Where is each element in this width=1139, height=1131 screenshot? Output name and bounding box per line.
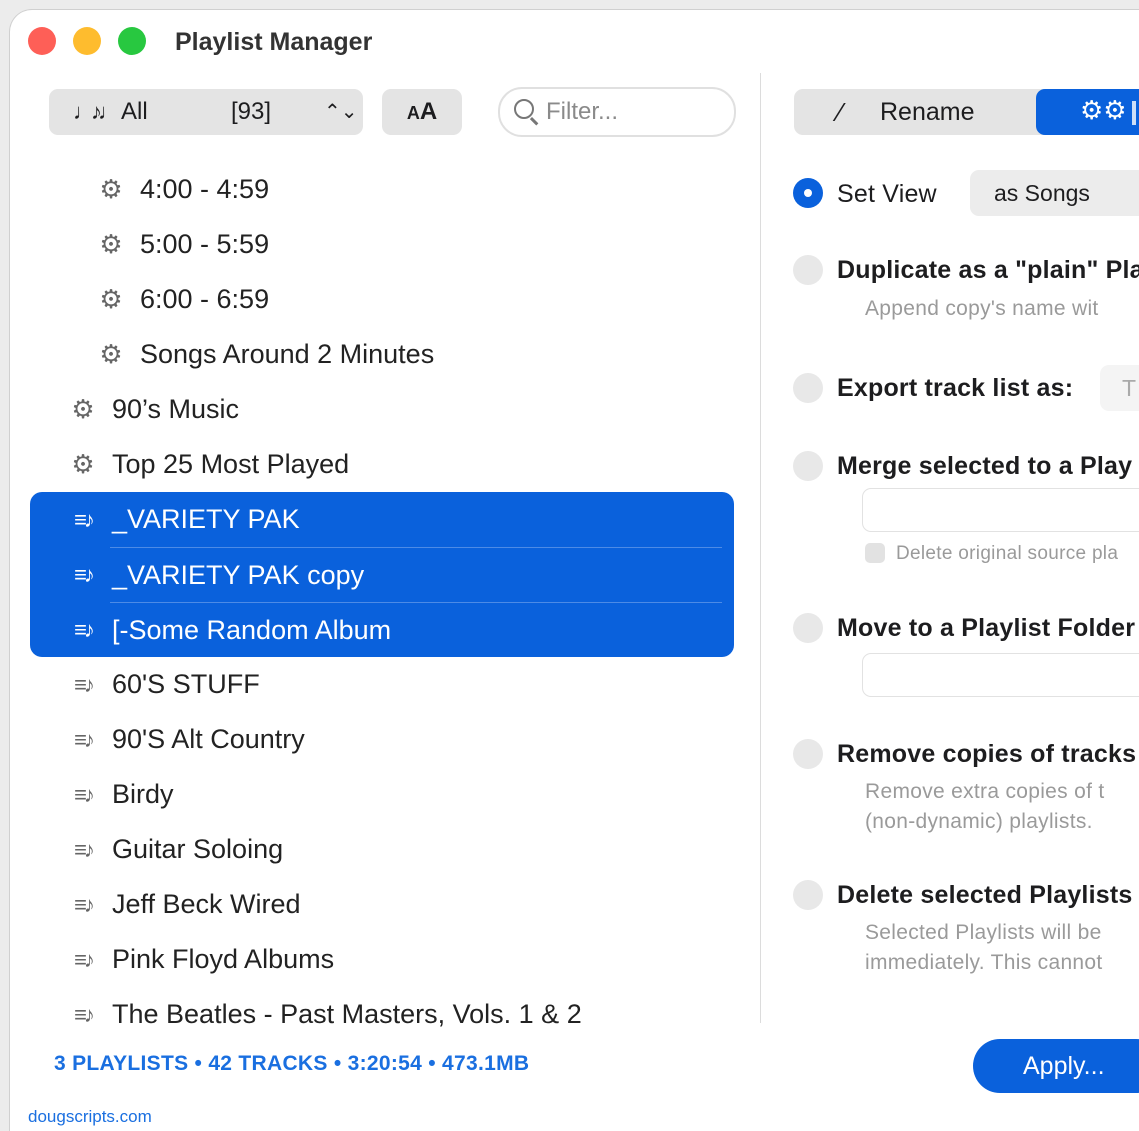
duplicate-radio[interactable] bbox=[793, 255, 823, 285]
music-notes-icon: ♩♪♩ bbox=[73, 99, 120, 124]
playlist-icon: ≡♪ bbox=[74, 837, 95, 862]
list-item[interactable]: ≡♪ Birdy bbox=[30, 767, 734, 822]
list-item[interactable]: ⚙ 6:00 - 6:59 bbox=[30, 272, 734, 327]
delete-radio[interactable] bbox=[793, 880, 823, 910]
duplicate-hint: Append copy's name wit bbox=[865, 297, 1099, 320]
minimize-window-button[interactable] bbox=[73, 27, 101, 55]
smart-playlist-gear-icon: ⚙ bbox=[99, 229, 123, 259]
list-item-selected[interactable]: ≡♪ _VARIETY PAK bbox=[30, 492, 734, 547]
merge-radio[interactable] bbox=[793, 451, 823, 481]
merge-label: Merge selected to a Play bbox=[837, 452, 1133, 480]
delete-source-checkbox[interactable] bbox=[865, 543, 885, 563]
smart-playlist-gear-icon: ⚙ bbox=[99, 284, 123, 314]
delete-source-label: Delete original source pla bbox=[896, 543, 1119, 564]
playlist-icon: ≡♪ bbox=[74, 672, 95, 697]
playlist-icon: ≡♪ bbox=[74, 892, 95, 917]
tab-rename[interactable]: ⁄ Rename bbox=[794, 89, 1044, 135]
list-item[interactable]: ⚙ Top 25 Most Played bbox=[30, 437, 734, 492]
move-label: Move to a Playlist Folder bbox=[837, 614, 1136, 642]
list-item[interactable]: ≡♪ Jeff Beck Wired bbox=[30, 877, 734, 932]
set-view-radio[interactable] bbox=[793, 178, 823, 208]
delete-hint-1: Selected Playlists will be bbox=[865, 921, 1102, 944]
site-link[interactable]: dougscripts.com bbox=[28, 1107, 152, 1127]
window-title: Playlist Manager bbox=[175, 28, 373, 56]
list-item[interactable]: ≡♪ 90'S Alt Country bbox=[30, 712, 734, 767]
pane-divider[interactable] bbox=[760, 73, 761, 1023]
zoom-window-button[interactable] bbox=[118, 27, 146, 55]
duplicate-label: Duplicate as a "plain" Pla bbox=[837, 256, 1139, 284]
playlist-list: ⚙ 4:00 - 4:59 ⚙ 5:00 - 5:59 ⚙ 6:00 - 6:5… bbox=[30, 162, 734, 1042]
export-radio[interactable] bbox=[793, 373, 823, 403]
remove-copies-hint-1: Remove extra copies of t bbox=[865, 780, 1105, 803]
playlist-icon: ≡♪ bbox=[74, 507, 95, 532]
selected-playlists: ≡♪ _VARIETY PAK ≡♪ _VARIETY PAK copy ≡♪ … bbox=[30, 492, 734, 657]
list-item[interactable]: ≡♪ Guitar Soloing bbox=[30, 822, 734, 877]
list-item[interactable]: ⚙ 90’s Music bbox=[30, 382, 734, 437]
list-item[interactable]: ≡♪ 60'S STUFF bbox=[30, 657, 734, 712]
smart-playlist-gear-icon: ⚙ bbox=[71, 394, 95, 424]
smart-playlist-gear-icon: ⚙ bbox=[71, 449, 95, 479]
tab-actions[interactable]: ⚙⚙ bbox=[1036, 89, 1139, 135]
playlist-icon: ≡♪ bbox=[74, 617, 95, 642]
playlist-icon: ≡♪ bbox=[74, 562, 95, 587]
selection-stats: 3 PLAYLISTS • 42 TRACKS • 3:20:54 • 473.… bbox=[54, 1052, 530, 1075]
remove-copies-label: Remove copies of tracks bbox=[837, 740, 1137, 768]
export-format-popup[interactable]: T bbox=[1100, 365, 1139, 411]
playlist-icon: ≡♪ bbox=[74, 782, 95, 807]
font-size-button[interactable]: AA bbox=[382, 89, 462, 135]
remove-copies-radio[interactable] bbox=[793, 739, 823, 769]
list-item[interactable]: ⚙ 5:00 - 5:59 bbox=[30, 217, 734, 272]
delete-label: Delete selected Playlists bbox=[837, 881, 1133, 909]
set-view-popup[interactable]: as Songs bbox=[970, 170, 1139, 216]
playlist-type-label: All bbox=[121, 98, 148, 125]
filter-search-field[interactable] bbox=[498, 87, 736, 137]
export-label: Export track list as: bbox=[837, 374, 1074, 402]
remove-copies-hint-2: (non-dynamic) playlists. bbox=[865, 810, 1093, 833]
filter-input[interactable] bbox=[544, 95, 728, 129]
playlist-type-popup[interactable]: ♩♪♩ All [93] ⌃⌄ bbox=[49, 89, 363, 135]
playlist-icon: ≡♪ bbox=[74, 947, 95, 972]
delete-hint-2: immediately. This cannot bbox=[865, 951, 1103, 974]
pencil-icon: ⁄ bbox=[838, 97, 843, 127]
list-item[interactable]: ⚙ 4:00 - 4:59 bbox=[30, 162, 734, 217]
merge-name-field[interactable] bbox=[862, 488, 1139, 532]
playlist-count: [93] bbox=[231, 98, 272, 125]
updown-chevron-icon: ⌃⌄ bbox=[324, 101, 358, 123]
list-item-selected[interactable]: ≡♪ [-Some Random Album bbox=[30, 603, 734, 657]
list-item[interactable]: ≡♪ Pink Floyd Albums bbox=[30, 932, 734, 987]
move-radio[interactable] bbox=[793, 613, 823, 643]
smart-playlist-gear-icon: ⚙ bbox=[99, 174, 123, 204]
list-item[interactable]: ⚙ Songs Around 2 Minutes bbox=[30, 327, 734, 382]
close-window-button[interactable] bbox=[28, 27, 56, 55]
playlist-icon: ≡♪ bbox=[74, 1002, 95, 1027]
set-view-label: Set View bbox=[837, 180, 937, 208]
folder-field[interactable] bbox=[862, 653, 1139, 697]
search-icon bbox=[514, 99, 534, 119]
list-item[interactable]: ≡♪ The Beatles - Past Masters, Vols. 1 &… bbox=[30, 987, 734, 1042]
apply-button[interactable]: Apply... bbox=[973, 1039, 1139, 1093]
playlist-manager-window: Playlist Manager ♩♪♩ All [93] ⌃⌄ AA ⚙ 4:… bbox=[10, 10, 1139, 1131]
gears-icon: ⚙⚙ bbox=[1080, 95, 1127, 125]
smart-playlist-gear-icon: ⚙ bbox=[99, 339, 123, 369]
playlist-icon: ≡♪ bbox=[74, 727, 95, 752]
list-item-selected[interactable]: ≡♪ _VARIETY PAK copy bbox=[30, 548, 734, 602]
